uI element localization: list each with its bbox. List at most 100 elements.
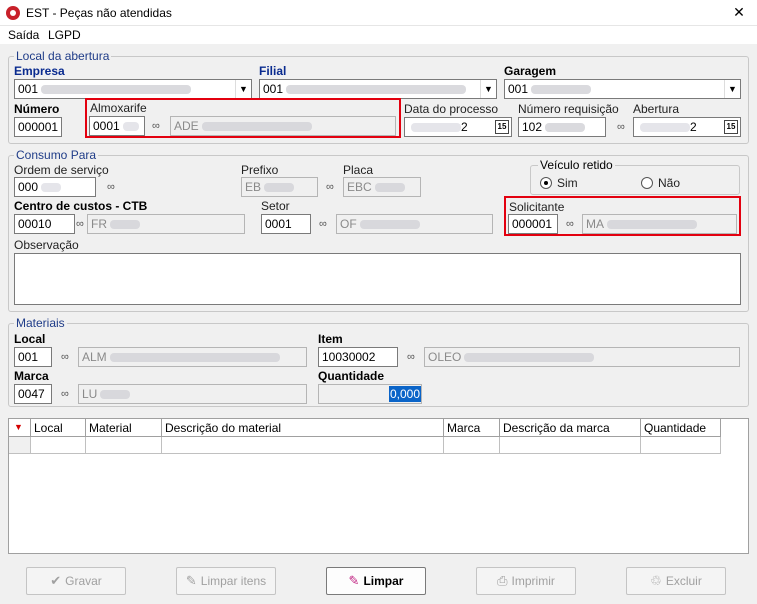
binoculars-icon[interactable]: ∞ (61, 388, 69, 400)
binoculars-icon[interactable]: ∞ (407, 351, 415, 363)
item-code-field[interactable]: 10030002 (318, 347, 398, 367)
menu-item-lgpd[interactable]: LGPD (48, 28, 81, 42)
numero-requisicao-value: 102 (522, 120, 543, 134)
filial-select[interactable]: 001 ▼ (259, 79, 497, 99)
table-cell[interactable] (162, 437, 444, 454)
veiculo-retido-label: Veículo retido (538, 158, 615, 172)
table-cell[interactable] (444, 437, 500, 454)
check-icon: ✔ (50, 573, 62, 588)
local-code-field[interactable]: 001 (14, 347, 52, 367)
menu-item-saida[interactable]: Saída (8, 28, 39, 42)
setor-label: Setor (261, 199, 290, 213)
quantidade-field[interactable]: 0,000 (318, 384, 422, 404)
binoculars-icon[interactable]: ∞ (107, 181, 115, 193)
binoculars-icon[interactable]: ∞ (76, 218, 84, 230)
close-icon[interactable]: ✕ (729, 2, 749, 22)
almoxarife-code-field[interactable]: 0001 (89, 116, 145, 136)
limpar-label: Limpar (363, 574, 404, 588)
radio-nao[interactable] (641, 177, 653, 189)
table-cell[interactable] (500, 437, 641, 454)
almoxarife-code: 0001 (93, 119, 120, 133)
limpar-button[interactable]: ✎ Limpar (326, 567, 426, 595)
marca-code-field[interactable]: 0047 (14, 384, 52, 404)
trash-icon: ♲ (650, 573, 662, 588)
marca-label: Marca (14, 369, 49, 383)
abertura-label: Abertura (633, 102, 680, 116)
centro-custos-name-field: FR (87, 214, 245, 234)
limpar-itens-button[interactable]: ✎ Limpar itens (176, 567, 276, 595)
placa-field: EBC (343, 177, 421, 197)
marca-name: LU (82, 387, 98, 401)
filial-code: 001 (263, 82, 284, 96)
local-label: Local (14, 332, 46, 346)
table-cell[interactable] (86, 437, 162, 454)
row-indicator[interactable] (9, 437, 31, 454)
table-cell[interactable] (641, 437, 721, 454)
excluir-button[interactable]: ♲ Excluir (626, 567, 726, 595)
column-header-material[interactable]: Material (86, 419, 162, 437)
placa-label: Placa (343, 163, 374, 177)
binoculars-icon[interactable]: ∞ (152, 120, 160, 132)
local-name: ALM (82, 350, 107, 364)
data-processo-value: 2 (461, 120, 468, 134)
filial-label: Filial (259, 64, 287, 78)
ordem-servico-field[interactable]: 000 (14, 177, 96, 197)
placa-value: EBC (347, 180, 372, 194)
calendar-icon[interactable]: 15 (724, 120, 738, 134)
radio-nao-label: Não (658, 176, 681, 190)
prefixo-value: EB (245, 180, 262, 194)
prefixo-field: EB (241, 177, 318, 197)
column-header-descricao-material[interactable]: Descrição do material (162, 419, 444, 437)
solicitante-label: Solicitante (509, 200, 565, 214)
table-corner[interactable]: ▼ (9, 419, 31, 437)
imprimir-button[interactable]: ⎙ Imprimir (476, 567, 576, 595)
item-name: OLEO (428, 350, 462, 364)
ordem-servico-label: Ordem de serviço (14, 163, 109, 177)
binoculars-icon[interactable]: ∞ (566, 218, 574, 230)
column-header-descricao-marca[interactable]: Descrição da marca (500, 419, 641, 437)
sort-down-icon[interactable]: ▼ (14, 422, 23, 432)
solicitante-code-field[interactable]: 000001 (508, 214, 558, 234)
observacao-textarea[interactable] (14, 253, 741, 305)
binoculars-icon[interactable]: ∞ (617, 121, 625, 133)
centro-custos-label: Centro de custos - CTB (14, 199, 148, 213)
binoculars-icon[interactable]: ∞ (319, 218, 327, 230)
abertura-field[interactable]: 2 15 (633, 117, 741, 137)
data-processo-label: Data do processo (404, 102, 499, 116)
chevron-down-icon[interactable]: ▼ (480, 80, 496, 98)
garagem-label: Garagem (504, 64, 557, 78)
printer-icon: ⎙ (497, 573, 508, 588)
solicitante-name: MA (586, 217, 604, 231)
gravar-button[interactable]: ✔ Gravar (26, 567, 126, 595)
radio-sim[interactable] (540, 177, 552, 189)
garagem-select[interactable]: 001 ▼ (504, 79, 741, 99)
limpar-itens-label: Limpar itens (200, 574, 267, 588)
menu-bar: Saída LGPD (0, 26, 757, 44)
chevron-down-icon[interactable]: ▼ (235, 80, 251, 98)
setor-name: OF (340, 217, 357, 231)
empresa-select[interactable]: 001 ▼ (14, 79, 252, 99)
binoculars-icon[interactable]: ∞ (61, 351, 69, 363)
numero-requisicao-field[interactable]: 102 (518, 117, 606, 137)
numero-label: Número (14, 102, 60, 116)
abertura-value: 2 (690, 120, 697, 134)
table-cell[interactable] (31, 437, 86, 454)
setor-name-field: OF (336, 214, 493, 234)
materials-table[interactable]: ▼ Local Material Descrição do material M… (8, 418, 749, 554)
window-title: EST - Peças não atendidas (26, 6, 172, 20)
data-processo-field[interactable]: 2 15 (404, 117, 512, 137)
garagem-code: 001 (508, 82, 529, 96)
column-header-local[interactable]: Local (31, 419, 86, 437)
chevron-down-icon[interactable]: ▼ (724, 80, 740, 98)
almoxarife-name-field: ADE (170, 116, 396, 136)
numero-field[interactable]: 000001 (14, 117, 62, 137)
setor-code-field[interactable]: 0001 (261, 214, 311, 234)
column-header-quantidade[interactable]: Quantidade (641, 419, 721, 437)
calendar-icon[interactable]: 15 (495, 120, 509, 134)
centro-custos-code-field[interactable]: 00010 (14, 214, 75, 234)
quantidade-value: 0,000 (388, 386, 421, 402)
empresa-code: 001 (18, 82, 39, 96)
binoculars-icon[interactable]: ∞ (326, 181, 334, 193)
group-consumo-para-legend: Consumo Para (14, 148, 99, 162)
column-header-marca[interactable]: Marca (444, 419, 500, 437)
